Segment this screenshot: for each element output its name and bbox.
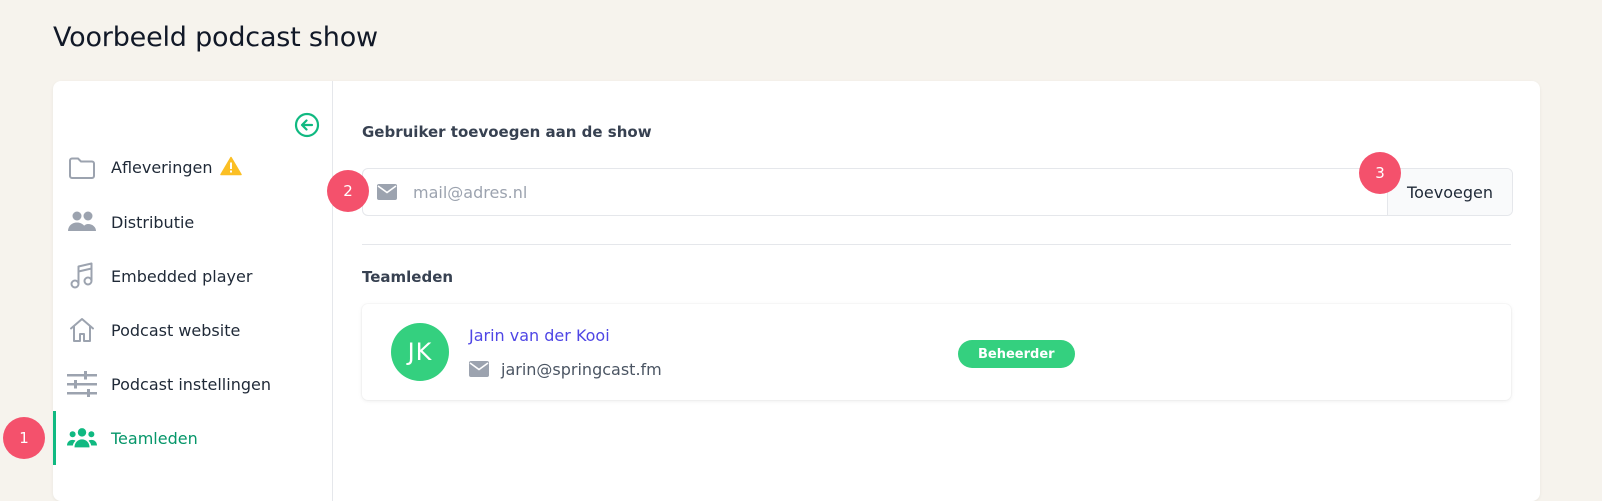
sidebar-item-podcast-website[interactable]: Podcast website: [53, 303, 332, 357]
sidebar-item-embedded-player[interactable]: Embedded player: [53, 249, 332, 303]
sidebar-item-label: Embedded player: [111, 266, 253, 286]
collapse-sidebar-button[interactable]: [293, 111, 321, 139]
team-title: Teamleden: [362, 268, 454, 286]
sidebar-item-label: Podcast website: [111, 320, 241, 340]
sidebar-item-distributie[interactable]: Distributie: [53, 195, 332, 249]
team-icon: [67, 423, 97, 453]
member-name-link[interactable]: Jarin van der Kooi: [469, 326, 610, 345]
arrow-left-circle-icon: [294, 112, 320, 138]
team-member-card: JK Jarin van der Kooi jarin@springcast.f…: [362, 304, 1511, 400]
sidebar-item-label: Distributie: [111, 212, 195, 232]
sliders-icon: [67, 369, 97, 399]
warning-icon: [220, 156, 243, 180]
member-email: jarin@springcast.fm: [501, 360, 662, 379]
envelope-icon: [363, 169, 411, 215]
music-note-icon: [67, 261, 97, 291]
main-content: Gebruiker toevoegen aan de show Toevoege…: [362, 81, 1513, 501]
sidebar-item-label: Teamleden: [111, 428, 198, 448]
folder-icon: [67, 153, 97, 183]
show-card: Afleveringen Distributie Embedded player…: [53, 81, 1540, 501]
page-title: Voorbeeld podcast show: [53, 22, 378, 53]
sidebar-item-afleveringen[interactable]: Afleveringen: [53, 141, 332, 195]
role-badge: Beheerder: [958, 340, 1075, 368]
step-marker-3: 3: [1359, 152, 1401, 194]
email-input[interactable]: [411, 169, 1387, 215]
home-icon: [67, 315, 97, 345]
step-marker-1: 1: [3, 417, 45, 459]
divider: [362, 244, 1511, 245]
sidebar-item-teamleden[interactable]: Teamleden: [53, 411, 335, 465]
avatar: JK: [391, 323, 449, 381]
sidebar-item-label: Afleveringen: [111, 158, 213, 177]
sidebar: Afleveringen Distributie Embedded player…: [53, 81, 333, 501]
users-icon: [67, 207, 97, 237]
envelope-icon: [469, 361, 489, 381]
add-user-form: Toevoegen: [362, 168, 1513, 216]
step-marker-2: 2: [327, 170, 369, 212]
sidebar-item-podcast-instellingen[interactable]: Podcast instellingen: [53, 357, 332, 411]
add-user-button[interactable]: Toevoegen: [1387, 169, 1512, 215]
add-user-title: Gebruiker toevoegen aan de show: [362, 123, 652, 141]
sidebar-item-label: Podcast instellingen: [111, 374, 271, 394]
